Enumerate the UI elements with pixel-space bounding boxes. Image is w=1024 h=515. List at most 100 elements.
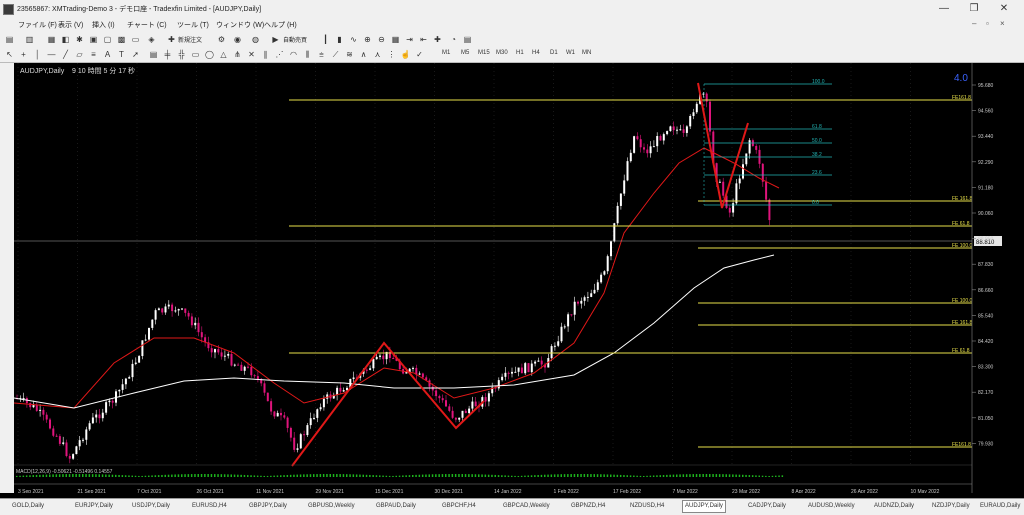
vertical-line-icon[interactable]: │ xyxy=(32,49,43,60)
auto-trade-label[interactable]: 自動売買 xyxy=(283,35,307,44)
cursor-icon[interactable]: ↖ xyxy=(4,49,15,60)
line-chart-icon[interactable]: ∿ xyxy=(348,34,359,45)
stddev-icon[interactable]: ≋ xyxy=(344,49,355,60)
trendline-icon[interactable]: ╱ xyxy=(60,49,71,60)
child-restore-icon[interactable]: ▫ xyxy=(986,19,989,28)
candle-chart-icon[interactable]: ▮ xyxy=(334,34,345,45)
tab-gbpnzd-h4[interactable]: GBPNZD,H4 xyxy=(569,501,607,512)
text-icon[interactable]: A xyxy=(102,49,113,60)
tab-nzdusd-h4[interactable]: NZDUSD,H4 xyxy=(628,501,666,512)
price-chart[interactable]: FE161.8 FE 61.8 FE 161.8 FE 100.0 FE 100.0 FE… xyxy=(14,63,1024,493)
tab-cadjpy-daily[interactable]: CADJPY,Daily xyxy=(746,501,788,512)
scroll-icon[interactable]: ⇥ xyxy=(404,34,415,45)
arrow-icon[interactable]: ➚ xyxy=(130,49,141,60)
tf-m5[interactable]: M5 xyxy=(461,50,469,56)
crosshair-icon[interactable]: + xyxy=(18,49,29,60)
triangle-icon[interactable]: △ xyxy=(218,49,229,60)
new-chart-icon[interactable]: ▤ xyxy=(4,34,15,45)
child-close-icon[interactable]: × xyxy=(1000,19,1005,28)
close-button[interactable]: ✕ xyxy=(990,2,1018,16)
minimize-button[interactable]: — xyxy=(930,2,958,16)
templates-icon[interactable]: ▤ xyxy=(462,34,473,45)
market-icon[interactable]: ◍ xyxy=(250,34,261,45)
ellipse-icon[interactable]: ◯ xyxy=(204,49,215,60)
shift-icon[interactable]: ⇤ xyxy=(418,34,429,45)
gann-icon[interactable]: ✕ xyxy=(246,49,257,60)
tab-nzdjpy-daily[interactable]: NZDJPY,Daily xyxy=(930,501,972,512)
macd-bar xyxy=(141,475,143,477)
market-watch-icon[interactable]: ▦ xyxy=(46,34,57,45)
tab-audjpy-daily[interactable]: AUDJPY,Daily xyxy=(682,500,726,513)
rect-icon[interactable]: ▭ xyxy=(190,49,201,60)
grid-lines-icon[interactable]: ╪ xyxy=(162,49,173,60)
tf-w1[interactable]: W1 xyxy=(566,50,575,56)
fib-time-icon[interactable]: ⫼ xyxy=(302,49,313,60)
child-minimize-icon[interactable]: – xyxy=(972,19,976,28)
tab-audnzd-daily[interactable]: AUDNZD,Daily xyxy=(872,501,916,512)
tab-eurusd-h4[interactable]: EURUSD,H4 xyxy=(190,501,229,512)
cycle-icon[interactable]: ∥ xyxy=(260,49,271,60)
tab-gold-daily[interactable]: GOLD,Daily xyxy=(10,501,46,512)
channel-icon[interactable]: ▱ xyxy=(74,49,85,60)
tab-gbpusd-weekly[interactable]: GBPUSD,Weekly xyxy=(306,501,357,512)
tf-mn[interactable]: MN xyxy=(582,50,591,56)
new-order-icon[interactable]: ✚ xyxy=(166,34,177,45)
tf-h4[interactable]: H4 xyxy=(532,50,540,56)
tf-m1[interactable]: M1 xyxy=(442,50,450,56)
indicators-icon[interactable]: ✚ xyxy=(432,34,443,45)
cycle-lines-icon[interactable]: ⋮ xyxy=(386,49,397,60)
tab-usdjpy-daily[interactable]: USDJPY,Daily xyxy=(130,501,172,512)
candle-body xyxy=(200,332,203,338)
tab-gbpjpy-daily[interactable]: GBPJPY,Daily xyxy=(247,501,289,512)
pitchfork-icon[interactable]: ⋔ xyxy=(232,49,243,60)
andrews-icon[interactable]: ⋏ xyxy=(372,49,383,60)
tab-gbpchf-h4[interactable]: GBPCHF,H4 xyxy=(440,501,478,512)
zoom-in-icon[interactable]: ⊕ xyxy=(362,34,373,45)
fib-fan-icon[interactable]: ⋰ xyxy=(274,49,285,60)
tab-gbpaud-daily[interactable]: GBPAUD,Daily xyxy=(374,501,418,512)
tab-eurjpy-daily[interactable]: EURJPY,Daily xyxy=(73,501,115,512)
object-list-icon[interactable]: ▤ xyxy=(148,49,159,60)
auto-trade-icon[interactable]: ▶ xyxy=(270,34,281,45)
grid-icon[interactable]: ▩ xyxy=(116,34,127,45)
menu-tools[interactable]: ツール (T) xyxy=(177,20,209,30)
fib-expansion-icon[interactable]: ⩧ xyxy=(316,49,327,60)
data-window-icon[interactable]: ◧ xyxy=(60,34,71,45)
menu-view[interactable]: 表示 (V) xyxy=(58,20,83,30)
gear-icon[interactable]: ⚙ xyxy=(216,34,227,45)
fibo-icon[interactable]: ≡ xyxy=(88,49,99,60)
tab-audusd-weekly[interactable]: AUDUSD,Weekly xyxy=(806,501,857,512)
zoom-out-icon[interactable]: ⊖ xyxy=(376,34,387,45)
strategy-tester-icon[interactable]: ▢ xyxy=(102,34,113,45)
tab-euraud-daily[interactable]: EURAUD,Daily xyxy=(978,501,1022,512)
menu-help[interactable]: ヘルプ (H) xyxy=(264,20,297,30)
fib-arc-icon[interactable]: ◠ xyxy=(288,49,299,60)
check-icon[interactable]: ✓ xyxy=(414,49,425,60)
bar-chart-icon[interactable]: ┃ xyxy=(320,34,331,45)
tab-gbpcad-weekly[interactable]: GBPCAD,Weekly xyxy=(501,501,552,512)
thumbs-icon[interactable]: ☝ xyxy=(400,49,411,60)
new-order-label[interactable]: 新規注文 xyxy=(178,35,202,44)
regression-icon[interactable]: ⟋ xyxy=(330,49,341,60)
tf-h1[interactable]: H1 xyxy=(516,50,524,56)
menu-file[interactable]: ファイル (F) xyxy=(18,20,57,30)
period-icon[interactable]: ◔ xyxy=(448,34,459,45)
navigator-icon[interactable]: ✱ xyxy=(74,34,85,45)
profiles-icon[interactable]: ▥ xyxy=(24,34,35,45)
menu-chart[interactable]: チャート (C) xyxy=(127,20,167,30)
signal-icon[interactable]: ◉ xyxy=(232,34,243,45)
metaeditor-icon[interactable]: ◈ xyxy=(146,34,157,45)
tf-m15[interactable]: M15 xyxy=(478,50,490,56)
horizontal-line-icon[interactable]: — xyxy=(46,49,57,60)
elliott-icon[interactable]: ∧ xyxy=(358,49,369,60)
tf-d1[interactable]: D1 xyxy=(550,50,558,56)
tile-icon[interactable]: ▦ xyxy=(390,34,401,45)
maximize-button[interactable]: ❐ xyxy=(960,2,988,16)
tf-m30[interactable]: M30 xyxy=(496,50,508,56)
window-icon[interactable]: ▭ xyxy=(130,34,141,45)
terminal-icon[interactable]: ▣ xyxy=(88,34,99,45)
menu-insert[interactable]: 挿入 (I) xyxy=(92,20,115,30)
period-sep-icon[interactable]: ╬ xyxy=(176,49,187,60)
menu-window[interactable]: ウィンドウ (W) xyxy=(216,20,264,30)
label-icon[interactable]: T xyxy=(116,49,127,60)
